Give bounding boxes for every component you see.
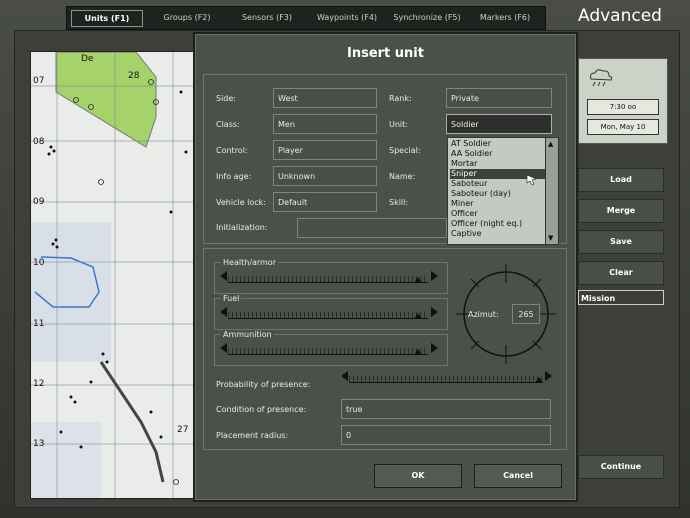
mode-toggle[interactable]: Advanced: [556, 2, 684, 30]
fuel-thumb[interactable]: [414, 313, 422, 319]
unit-option[interactable]: Miner: [450, 199, 545, 209]
map-label-10: 10: [33, 258, 45, 268]
rank-label: Rank:: [389, 94, 412, 103]
unit-dropdown-list[interactable]: AT Soldier AA Soldier Mortar Sniper Sabo…: [447, 137, 559, 245]
condition-label: Condition of presence:: [216, 405, 307, 414]
rank-select[interactable]: Private: [446, 88, 552, 108]
condition-input[interactable]: true: [341, 399, 551, 419]
unit-label: Unit:: [389, 120, 408, 129]
name-label: Name:: [389, 172, 416, 181]
map-label-11: 11: [33, 319, 45, 329]
special-label: Special:: [389, 146, 421, 155]
unit-select[interactable]: Soldier: [446, 114, 552, 134]
info-age-select[interactable]: Unknown: [273, 166, 377, 186]
merge-button[interactable]: Merge: [578, 199, 664, 223]
health-label: Health/armor: [221, 258, 278, 267]
health-thumb[interactable]: [414, 277, 422, 283]
unit-option[interactable]: AA Soldier: [450, 149, 545, 159]
unit-option[interactable]: Mortar: [450, 159, 545, 169]
ammunition-left-icon[interactable]: [220, 343, 227, 353]
map-label-07: 07: [33, 76, 45, 86]
map-label-28: 28: [128, 71, 140, 81]
scroll-down-icon[interactable]: ▼: [548, 234, 553, 242]
fuel-left-icon[interactable]: [220, 307, 227, 317]
tab-waypoints[interactable]: Waypoints (F4): [309, 10, 385, 25]
map-view[interactable]: De 28 07 08 09 10 11 12 13 27: [30, 51, 194, 499]
tab-synchronize[interactable]: Synchronize (F5): [389, 10, 465, 25]
load-button[interactable]: Load: [578, 168, 664, 192]
azimut-input[interactable]: 265: [512, 304, 540, 324]
map-label-12: 12: [33, 379, 45, 389]
side-label: Side:: [216, 94, 236, 103]
dialog-title: Insert unit: [347, 46, 424, 61]
vehicle-lock-select[interactable]: Default: [273, 192, 377, 212]
control-select[interactable]: Player: [273, 140, 377, 160]
vehicle-lock-label: Vehicle lock:: [216, 198, 266, 207]
weather-icon: [590, 69, 613, 87]
ammunition-label: Ammunition: [221, 330, 274, 339]
initialization-input[interactable]: [297, 218, 447, 238]
probability-slider[interactable]: [349, 368, 543, 383]
unit-list-scrollbar[interactable]: ▲ ▼: [545, 138, 558, 244]
ok-button[interactable]: OK: [374, 464, 462, 488]
mission-field[interactable]: Mission: [578, 290, 664, 305]
cursor-icon: [526, 174, 537, 186]
map-label-09: 09: [33, 197, 45, 207]
ammunition-thumb[interactable]: [414, 349, 422, 355]
map-label-13: 13: [33, 439, 45, 449]
save-button[interactable]: Save: [578, 230, 664, 254]
placement-label: Placement radius:: [216, 431, 289, 440]
map-canvas: [31, 52, 193, 498]
insert-unit-dialog: Insert unit Side: West Rank: Private Cla…: [193, 32, 578, 502]
ammunition-right-icon[interactable]: [431, 343, 438, 353]
weather-panel: 7:30 oo Mon, May 10: [578, 58, 668, 144]
health-slider[interactable]: [228, 268, 428, 283]
probability-left-icon[interactable]: [341, 371, 348, 381]
control-label: Control:: [216, 146, 248, 155]
tab-sensors[interactable]: Sensors (F3): [229, 10, 305, 25]
unit-option[interactable]: Captive: [450, 229, 545, 239]
class-label: Class:: [216, 120, 240, 129]
probability-label: Probability of presence:: [216, 380, 311, 389]
probability-right-icon[interactable]: [545, 371, 552, 381]
placement-input[interactable]: 0: [341, 425, 551, 445]
map-label-de: De: [81, 54, 94, 64]
scroll-up-icon[interactable]: ▲: [548, 140, 553, 148]
cancel-button[interactable]: Cancel: [474, 464, 562, 488]
map-label-27: 27: [177, 425, 189, 435]
tab-groups[interactable]: Groups (F2): [149, 10, 225, 25]
ammunition-slider[interactable]: [228, 340, 428, 355]
tab-bar: Units (F1) Groups (F2) Sensors (F3) Wayp…: [66, 6, 546, 30]
continue-button[interactable]: Continue: [578, 455, 664, 479]
azimut-label: Azimut:: [468, 310, 499, 319]
date-field[interactable]: Mon, May 10: [587, 119, 659, 135]
info-age-label: Info age:: [216, 172, 252, 181]
tab-markers[interactable]: Markers (F6): [469, 10, 541, 25]
health-right-icon[interactable]: [431, 271, 438, 281]
unit-option[interactable]: AT Soldier: [450, 139, 545, 149]
fuel-label: Fuel: [221, 294, 242, 303]
unit-option[interactable]: Officer: [450, 209, 545, 219]
unit-option[interactable]: Saboteur (day): [450, 189, 545, 199]
health-left-icon[interactable]: [220, 271, 227, 281]
initialization-label: Initialization:: [216, 223, 268, 232]
side-select[interactable]: West: [273, 88, 377, 108]
unit-option[interactable]: Officer (night eq.): [450, 219, 545, 229]
time-field[interactable]: 7:30 oo: [587, 99, 659, 115]
fuel-right-icon[interactable]: [431, 307, 438, 317]
fuel-slider[interactable]: [228, 304, 428, 319]
tab-units[interactable]: Units (F1): [71, 10, 143, 27]
class-select[interactable]: Men: [273, 114, 377, 134]
skill-label: Skill:: [389, 198, 409, 207]
probability-thumb[interactable]: [535, 377, 543, 383]
map-label-08: 08: [33, 137, 45, 147]
clear-button[interactable]: Clear: [578, 261, 664, 285]
